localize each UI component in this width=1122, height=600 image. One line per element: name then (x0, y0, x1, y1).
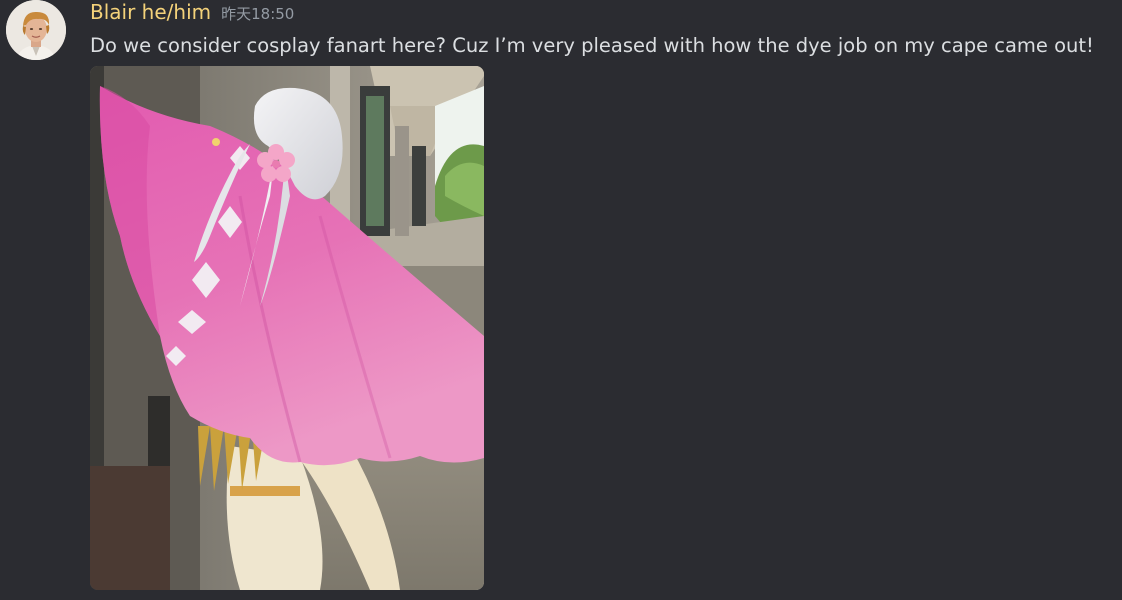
chat-message: Blair he/him 昨天18:50 Do we consider cosp… (0, 0, 1122, 600)
timestamp: 昨天18:50 (221, 5, 295, 23)
avatar[interactable] (6, 0, 66, 60)
message-text: Do we consider cosplay fanart here? Cuz … (90, 34, 1094, 57)
username[interactable]: Blair he/him (90, 0, 211, 24)
image-attachment[interactable] (90, 66, 484, 590)
message-header: Blair he/him 昨天18:50 (90, 0, 294, 26)
